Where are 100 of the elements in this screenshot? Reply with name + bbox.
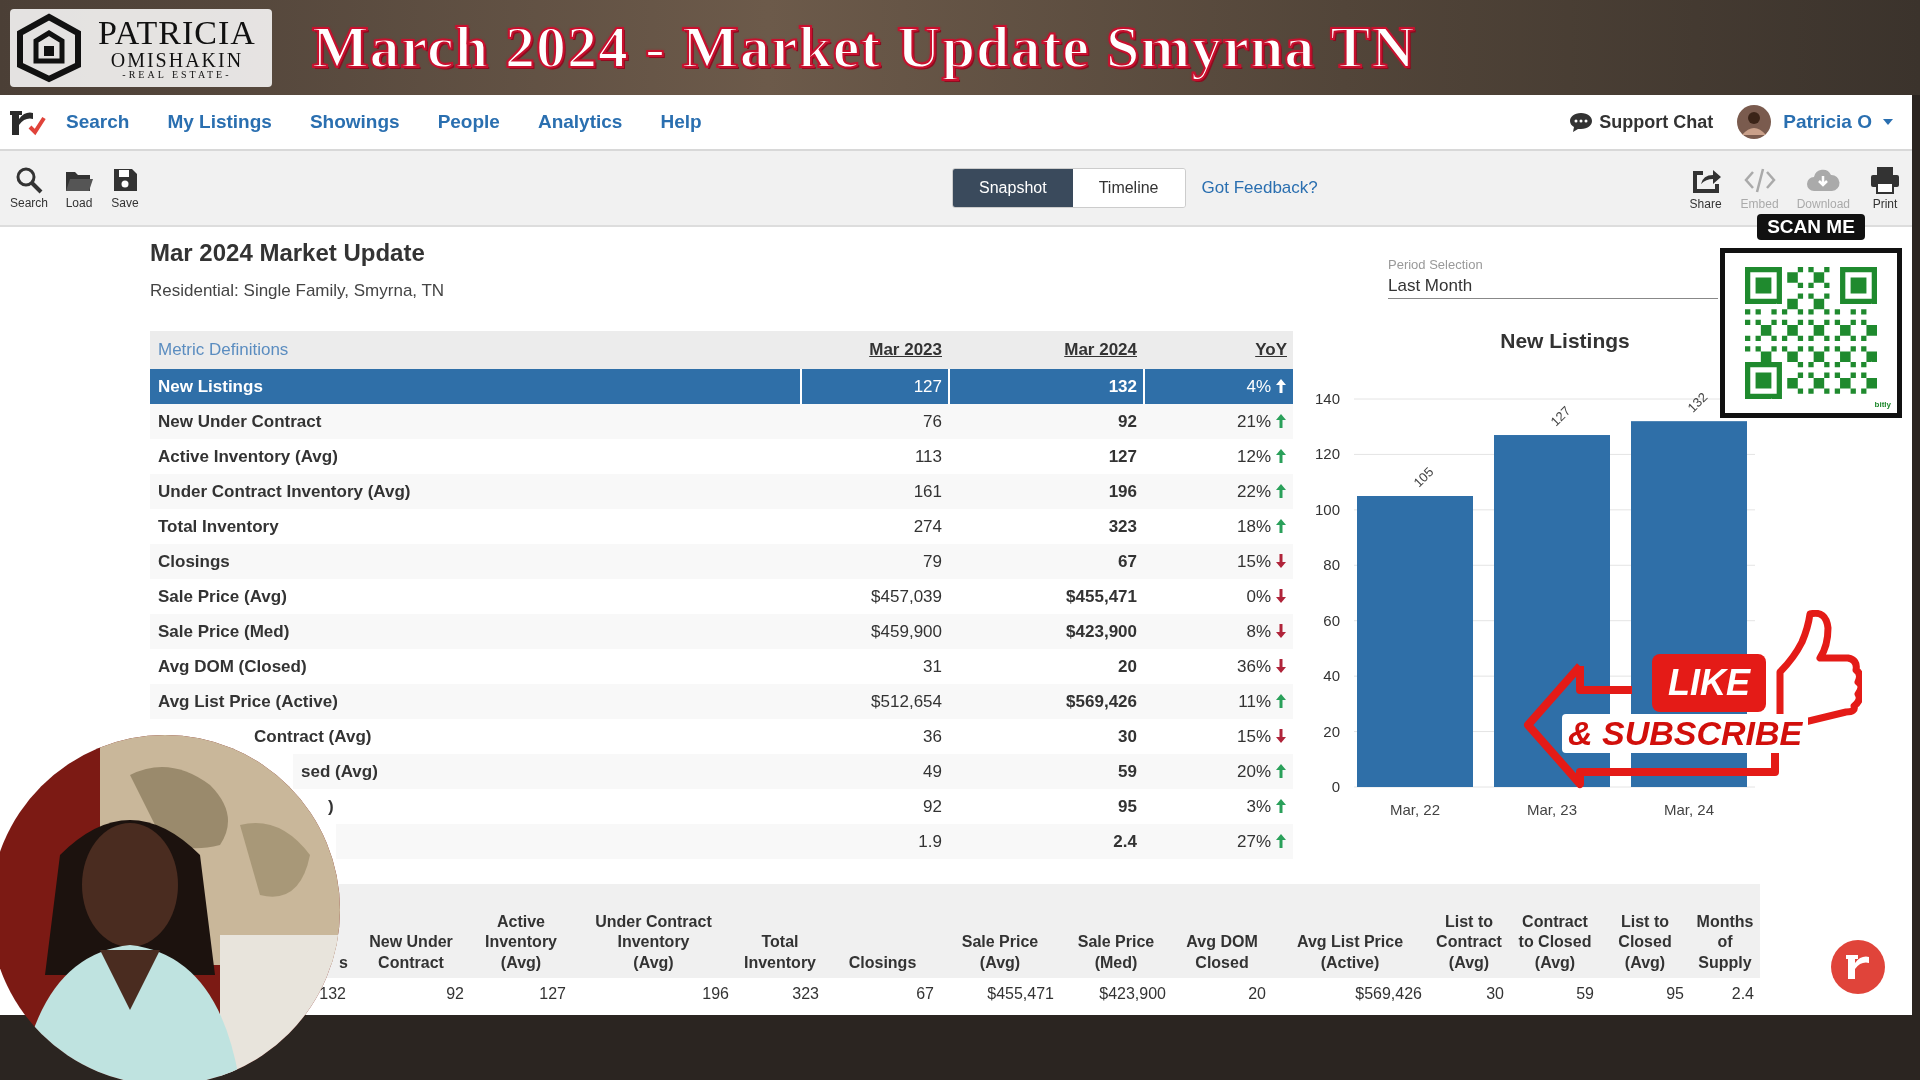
support-chat-link[interactable]: Support Chat <box>1569 111 1714 133</box>
column-header[interactable]: Mar 2024 <box>1064 340 1137 359</box>
toolbar-button[interactable]: Save <box>104 166 147 210</box>
metric-name: Sale Price (Med) <box>158 621 290 641</box>
table-cell: 67 <box>1118 551 1137 571</box>
table-cell: 27% <box>1236 831 1271 851</box>
table-cell: 132 <box>1108 377 1137 396</box>
search-icon <box>14 166 44 194</box>
printer-icon <box>1868 165 1902 195</box>
metric-row[interactable]: 1.9 2.4 27% <box>336 824 1293 859</box>
metric-name: ) <box>328 796 334 816</box>
metric-row[interactable]: Sale Price (Med) $459,900 $423,900 8% <box>150 614 1293 649</box>
metric-name: Avg List Price (Active) <box>158 691 338 711</box>
table-cell: $569,426 <box>1066 691 1137 711</box>
table-cell: 113 <box>914 446 942 466</box>
table-cell-text: 323 <box>792 984 819 1004</box>
table-cell: 95 <box>1118 796 1137 816</box>
x-tick-label: Mar, 23 <box>1527 801 1577 818</box>
table-cell: 0% <box>1246 586 1271 606</box>
column-header: Avg List Price (Active) <box>1296 932 1404 974</box>
table-cell: 11% <box>1238 691 1271 711</box>
column-header: Active Inventory (Avg) <box>485 911 557 974</box>
view-tab[interactable]: Snapshot <box>953 169 1073 207</box>
table-cell-text: $455,471 <box>987 984 1054 1004</box>
table-cell-text: 20 <box>1248 984 1266 1004</box>
nav-link[interactable]: Help <box>660 111 702 133</box>
table-cell: 15% <box>1236 726 1271 746</box>
subscribe-text: & SUBSCRIBE <box>1562 714 1809 753</box>
house-logo-icon <box>14 12 84 83</box>
table-cell: 18% <box>1236 516 1271 536</box>
nav-link[interactable]: My Listings <box>167 111 272 133</box>
table-cell: 92 <box>1118 411 1137 431</box>
metric-row[interactable]: Avg List Price (Active) $512,654 $569,426 11% <box>150 684 1293 719</box>
y-tick-label: 140 <box>1314 390 1340 407</box>
table-cell-text: $569,426 <box>1355 984 1422 1004</box>
metric-name: Avg DOM (Closed) <box>158 656 307 676</box>
column-header: Sale Price (Med) <box>1077 932 1155 974</box>
like-badge: LIKE <box>1652 654 1766 712</box>
scan-me-tag: SCAN ME <box>1757 214 1865 240</box>
avatar-icon[interactable] <box>1737 105 1772 139</box>
metric-row[interactable]: Under Contract Inventory (Avg) 161 196 22% <box>150 474 1293 509</box>
toolbar-button[interactable]: Search <box>4 166 55 210</box>
column-header: Contract to Closed (Avg) <box>1518 911 1592 974</box>
metric-name: Contract (Avg) <box>254 726 372 746</box>
metric-row[interactable]: Closings 79 67 15% <box>150 544 1293 579</box>
y-tick-label: 80 <box>1323 556 1340 574</box>
nav-link[interactable]: Search <box>66 111 130 133</box>
column-header[interactable]: YoY <box>1255 340 1287 359</box>
report-subtitle: Residential: Single Family, Smyrna, TN <box>150 281 446 301</box>
brand-name: PATRICIA <box>98 15 256 50</box>
table-cell: $455,471 <box>1066 586 1137 606</box>
nav-link[interactable]: Analytics <box>537 111 623 133</box>
table-cell: $512,654 <box>871 691 942 711</box>
table-cell: 49 <box>923 761 942 781</box>
column-header: List to Contract (Avg) <box>1436 911 1502 974</box>
table-cell-text: 92 <box>446 984 464 1004</box>
table-cell: 15% <box>1236 551 1271 571</box>
video-title: March 2024 - Market Update Smyrna TN <box>311 13 1416 82</box>
metric-row[interactable]: New Listings 127 132 4% <box>150 369 1293 404</box>
metric-name: Sale Price (Avg) <box>158 586 287 606</box>
chat-icon <box>1569 111 1594 133</box>
period-select[interactable]: Period Selection Last Month <box>1388 257 1718 299</box>
y-tick-label: 0 <box>1331 778 1340 795</box>
nav-link[interactable]: People <box>437 111 500 133</box>
toolbar-button[interactable]: Print <box>1862 165 1908 211</box>
table-cell: 8% <box>1246 621 1271 641</box>
column-header: s <box>339 953 348 974</box>
toolbar-button[interactable]: Share <box>1682 165 1729 211</box>
table-cell: 22% <box>1236 481 1271 501</box>
metric-name: Closings <box>158 551 230 571</box>
column-header: Sale Price (Avg) <box>961 932 1039 974</box>
table-cell: 196 <box>1108 481 1137 501</box>
nav-link[interactable]: Showings <box>309 111 400 133</box>
toolbar-button[interactable]: Load <box>58 166 101 210</box>
table-cell-text: 196 <box>702 984 729 1004</box>
user-menu[interactable]: Patricia O <box>1783 111 1894 133</box>
metric-row[interactable]: sed (Avg) 49 59 20% <box>293 754 1293 789</box>
column-header: New Under Contract <box>369 932 453 974</box>
y-tick-label: 40 <box>1323 667 1340 685</box>
column-header[interactable]: Mar 2023 <box>869 340 942 359</box>
x-tick-label: Mar, 22 <box>1390 801 1440 818</box>
column-header: Avg DOM Closed <box>1186 932 1258 974</box>
qr-brand: bitly <box>1874 400 1891 409</box>
table-cell: 161 <box>913 481 942 501</box>
metric-name: Under Contract Inventory (Avg) <box>158 481 411 501</box>
view-tab[interactable]: Timeline <box>1072 169 1185 207</box>
app-logo-button[interactable] <box>1830 939 1886 995</box>
report-title: Mar 2024 Market Update <box>150 239 426 267</box>
table-cell: 36% <box>1236 656 1271 676</box>
table-cell-text: $423,900 <box>1099 984 1166 1004</box>
table-cell: 76 <box>923 411 942 431</box>
chart-title: New Listings <box>1499 329 1631 353</box>
y-tick-label: 100 <box>1314 500 1340 518</box>
brand-tagline: -REAL ESTATE- <box>122 69 232 80</box>
table-cell-text: 67 <box>916 984 934 1004</box>
y-tick-label: 60 <box>1323 611 1340 629</box>
table-cell-text: 127 <box>539 984 566 1004</box>
feedback-link[interactable]: Got Feedback? <box>1201 178 1318 198</box>
table-cell: 79 <box>923 551 942 571</box>
metric-row[interactable]: New Under Contract 76 92 21% <box>150 404 1293 439</box>
